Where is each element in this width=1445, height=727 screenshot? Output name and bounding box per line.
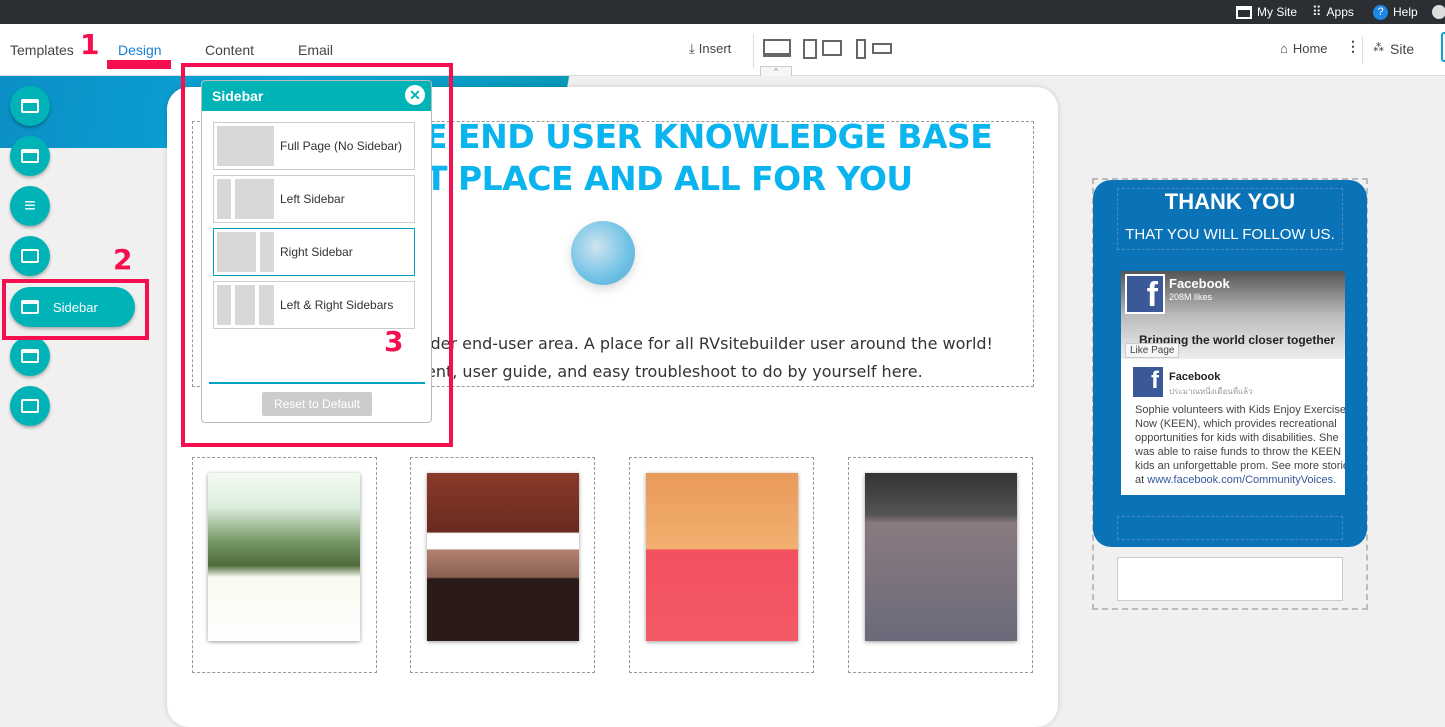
facebook-logo-icon: f bbox=[1125, 274, 1165, 314]
tablet-landscape-icon[interactable] bbox=[822, 40, 842, 56]
download-icon: ⤓ bbox=[689, 41, 695, 56]
facebook-page-widget[interactable]: f Facebook 208M likes Bringing the world… bbox=[1121, 271, 1345, 495]
annotation-box-3 bbox=[181, 63, 453, 447]
menu-icon: ≡ bbox=[24, 194, 36, 217]
rail-header-button[interactable] bbox=[10, 86, 50, 126]
template-thumbnail-brick[interactable] bbox=[427, 473, 579, 641]
template-thumbnail-fitness[interactable] bbox=[865, 473, 1017, 641]
rail-footer-button[interactable] bbox=[10, 336, 50, 376]
tab-email[interactable]: Email bbox=[298, 42, 333, 58]
facebook-post-text: Sophie volunteers with Kids Enjoy Exerci… bbox=[1135, 404, 1345, 486]
hero-paragraph-line1: lder end-user area. A place for all RVsi… bbox=[426, 334, 993, 353]
insert-button[interactable]: ⤓ Insert bbox=[689, 41, 731, 57]
window-icon bbox=[1236, 5, 1252, 19]
footer-icon bbox=[21, 349, 39, 363]
template-thumbnail-nature[interactable] bbox=[208, 473, 360, 641]
help-icon: ? bbox=[1373, 4, 1388, 20]
rail-menu-button[interactable]: ≡ bbox=[10, 186, 50, 226]
sidebar-empty-block[interactable] bbox=[1117, 557, 1343, 601]
grid-icon: ⠿ bbox=[1312, 4, 1322, 19]
mobile-portrait-icon[interactable] bbox=[856, 39, 866, 59]
user-avatar[interactable] bbox=[1432, 0, 1445, 24]
home-icon: ⌂ bbox=[1280, 41, 1288, 56]
top-bar: My Site ⠿ Apps ? Help bbox=[0, 0, 1445, 24]
rail-background-button[interactable] bbox=[10, 236, 50, 276]
apps-link[interactable]: ⠿ Apps bbox=[1312, 0, 1354, 24]
my-site-link[interactable]: My Site bbox=[1236, 0, 1297, 24]
annotation-2: 2 bbox=[113, 243, 133, 276]
tab-content[interactable]: Content bbox=[205, 42, 254, 58]
layout-icon bbox=[21, 149, 39, 163]
tab-templates[interactable]: Templates bbox=[10, 42, 74, 58]
sidebar-title: THANK YOU bbox=[1164, 189, 1296, 214]
annotation-underline bbox=[107, 60, 171, 69]
rail-layout-button[interactable] bbox=[10, 136, 50, 176]
site-button[interactable]: ⁂ Site bbox=[1373, 41, 1414, 57]
tablet-portrait-icon[interactable] bbox=[803, 39, 817, 59]
collapse-toolbar-button[interactable]: ^ bbox=[760, 66, 792, 76]
annotation-1: 1 bbox=[80, 28, 100, 61]
hero-paragraph-line2: ent, user guide, and easy troubleshoot t… bbox=[426, 362, 923, 381]
more-options-icon[interactable]: ⋮ bbox=[1346, 38, 1360, 55]
image-settings-icon bbox=[21, 399, 39, 413]
image-icon bbox=[21, 249, 39, 263]
annotation-3: 3 bbox=[384, 325, 404, 358]
help-link[interactable]: ? Help bbox=[1373, 0, 1418, 24]
sitemap-icon: ⁂ bbox=[1373, 42, 1384, 54]
annotation-box-2 bbox=[2, 279, 149, 340]
hero-heading-line1: E END USER KNOWLEDGE BASE bbox=[425, 117, 993, 156]
facebook-post-logo-icon: f bbox=[1133, 367, 1163, 397]
rail-image-settings-button[interactable] bbox=[10, 386, 50, 426]
hero-heading-line2: T PLACE AND ALL FOR YOU bbox=[425, 159, 913, 198]
header-icon bbox=[21, 99, 39, 113]
globe-image bbox=[571, 221, 635, 285]
facebook-post-link[interactable]: www.facebook.com/CommunityVoices. bbox=[1147, 474, 1336, 486]
tab-design[interactable]: Design bbox=[118, 42, 162, 58]
template-thumbnail-sweet[interactable] bbox=[646, 473, 798, 641]
like-page-button[interactable]: Like Page bbox=[1125, 343, 1180, 358]
desktop-view-icon[interactable] bbox=[763, 39, 791, 57]
sidebar-subtitle: THAT YOU WILL FOLLOW US. bbox=[1125, 226, 1335, 243]
mobile-landscape-icon[interactable] bbox=[872, 43, 892, 54]
home-page-select[interactable]: ⌂ Home bbox=[1280, 41, 1328, 56]
